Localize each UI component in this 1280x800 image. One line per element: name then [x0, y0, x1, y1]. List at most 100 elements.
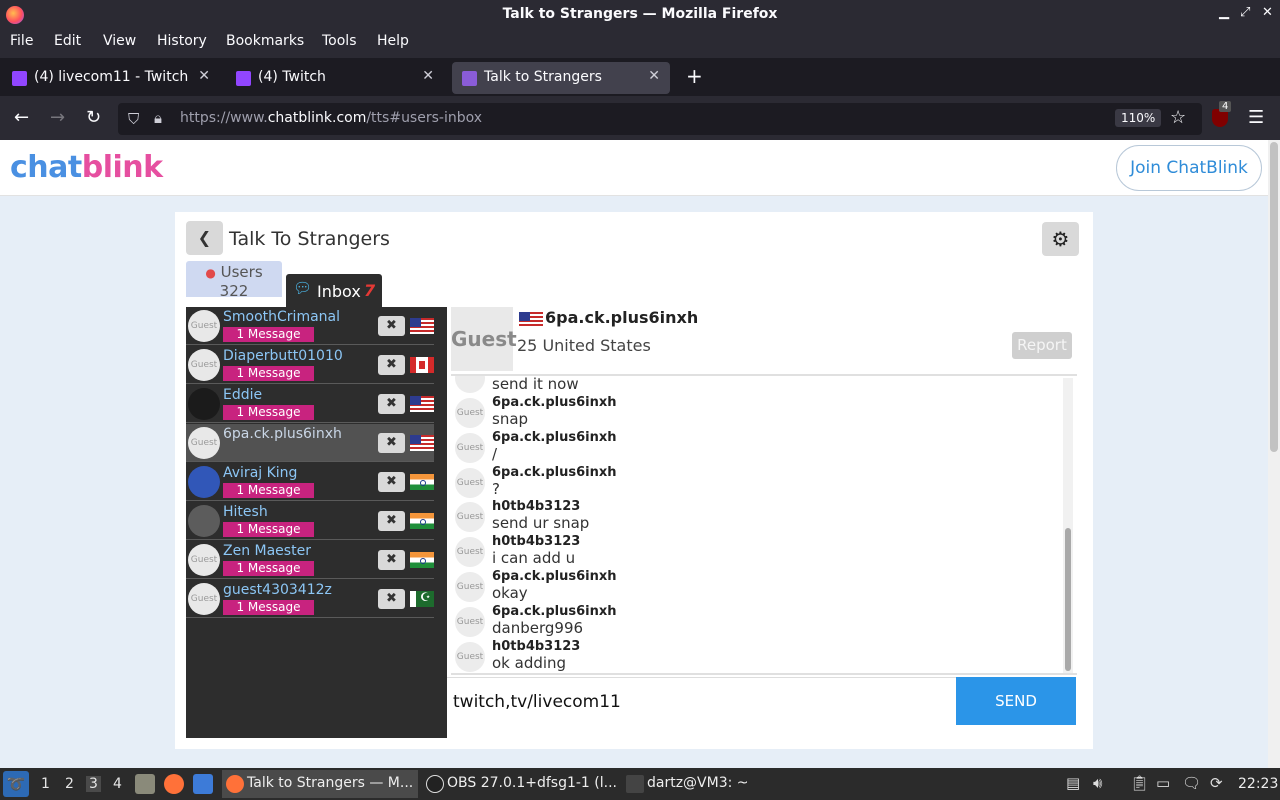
restore-icon[interactable]: ⤢ — [1240, 5, 1250, 20]
avatar: Guest — [455, 607, 485, 637]
close-tab-icon[interactable]: ✕ — [198, 68, 210, 84]
shield-icon[interactable]: ⛉ — [128, 110, 139, 128]
message-scrollbar[interactable] — [1063, 378, 1073, 673]
user-name[interactable]: Zen Maester — [223, 543, 311, 559]
menu-help[interactable]: Help — [377, 33, 409, 49]
send-button[interactable]: SEND — [956, 677, 1076, 725]
user-name[interactable]: Aviraj King — [223, 465, 297, 481]
user-name[interactable]: guest4303412z — [223, 582, 332, 598]
close-conversation-button[interactable]: ✖ — [378, 355, 405, 375]
new-tab-icon[interactable]: + — [686, 64, 703, 88]
message-text: i can add u — [492, 549, 576, 567]
window-icon[interactable] — [193, 774, 213, 794]
tab-talk-to-strangers[interactable]: Talk to Strangers ✕ — [452, 62, 670, 94]
bookmark-star-icon[interactable]: ☆ — [1170, 107, 1186, 128]
lock-icon[interactable]: 🔒︎ — [154, 109, 162, 127]
close-conversation-button[interactable]: ✖ — [378, 550, 405, 570]
user-name[interactable]: 6pa.ck.plus6inxh — [223, 426, 342, 442]
menu-edit[interactable]: Edit — [54, 33, 81, 49]
url-text[interactable]: https://www.chatblink.com/tts#users-inbo… — [180, 110, 482, 126]
network-icon[interactable]: ⟳ — [1210, 774, 1223, 792]
chat-message: Guest 6pa.ck.plus6inxh / — [451, 430, 1061, 465]
settings-button[interactable]: ⚙ — [1042, 222, 1079, 256]
start-menu-icon[interactable]: ➰ — [3, 771, 29, 797]
workspace-3[interactable]: 3 — [86, 776, 101, 792]
menu-file[interactable]: File — [10, 33, 33, 49]
display-icon[interactable]: ▭ — [1156, 774, 1170, 792]
list-item[interactable]: Hitesh 1 Message ✖ — [186, 502, 434, 540]
menu-tools[interactable]: Tools — [322, 33, 357, 49]
close-conversation-button[interactable]: ✖ — [378, 511, 405, 531]
menu-history[interactable]: History — [157, 33, 207, 49]
back-arrow-icon[interactable]: ← — [14, 107, 29, 128]
avatar — [455, 376, 485, 393]
task-obs[interactable]: OBS 27.0.1+dfsg1-1 (l... — [422, 770, 618, 798]
firefox-icon[interactable] — [164, 774, 184, 794]
file-manager-icon[interactable] — [135, 774, 155, 794]
avatar — [188, 466, 220, 498]
minimize-icon[interactable]: ▁ — [1219, 5, 1229, 20]
list-item[interactable]: Guest Zen Maester 1 Message ✖ — [186, 541, 434, 579]
notification-icon[interactable]: 🗨︎ — [1182, 774, 1201, 792]
volume-icon[interactable]: 🔊︎ — [1093, 774, 1102, 792]
message-text: send ur snap — [492, 514, 590, 532]
task-terminal[interactable]: dartz@VM3: ~ — [622, 770, 752, 798]
avatar: Guest — [455, 502, 485, 532]
tab-twitch-livecom11[interactable]: (4) livecom11 - Twitch ✕ — [2, 62, 220, 94]
forward-arrow-icon[interactable]: → — [50, 107, 65, 128]
close-conversation-button[interactable]: ✖ — [378, 433, 405, 453]
close-conversation-button[interactable]: ✖ — [378, 472, 405, 492]
users-count: 322 — [219, 282, 249, 300]
close-conversation-button[interactable]: ✖ — [378, 316, 405, 336]
clock: 22:23 — [1238, 776, 1279, 792]
menubar: File Edit View History Bookmarks Tools H… — [0, 30, 1280, 56]
zoom-level[interactable]: 110% — [1115, 109, 1162, 127]
tab-users[interactable]: ● Users 322 — [186, 261, 282, 300]
join-chatblink-button[interactable]: Join ChatBlink — [1116, 145, 1262, 191]
list-item[interactable]: Guest 6pa.ck.plus6inxh ✖ — [186, 424, 434, 462]
tab-inbox[interactable]: 💬︎ Inbox 7 — [286, 274, 382, 307]
task-firefox[interactable]: Talk to Strangers — M... — [222, 770, 418, 798]
message-count-badge: 1 Message — [223, 561, 314, 576]
menu-view[interactable]: View — [103, 33, 136, 49]
menu-hamburger-icon[interactable]: ☰ — [1248, 107, 1264, 128]
canada-flag-icon — [410, 357, 434, 373]
keyboard-icon[interactable]: ▤ — [1066, 774, 1080, 792]
clipboard-icon[interactable]: 📋︎ — [1130, 774, 1149, 792]
url-bar[interactable]: ⛉ 🔒︎ https://www.chatblink.com/tts#users… — [118, 103, 1202, 135]
close-conversation-button[interactable]: ✖ — [378, 394, 405, 414]
list-item[interactable]: Aviraj King 1 Message ✖ — [186, 463, 434, 501]
close-tab-icon[interactable]: ✕ — [648, 68, 660, 84]
reload-icon[interactable]: ↻ — [86, 107, 101, 128]
report-button[interactable]: Report — [1012, 332, 1072, 359]
chat-pane: Guest 6pa.ck.plus6inxh 25 United States … — [447, 307, 1077, 738]
close-window-icon[interactable]: ✕ — [1262, 5, 1273, 20]
user-name[interactable]: Hitesh — [223, 504, 268, 520]
task-label: Talk to Strangers — M... — [247, 775, 414, 791]
firefox-icon — [226, 775, 244, 793]
list-item[interactable]: Guest guest4303412z 1 Message ✖ — [186, 580, 434, 618]
message-author: 6pa.ck.plus6inxh — [492, 569, 617, 584]
workspace-4[interactable]: 4 — [113, 776, 122, 792]
message-input[interactable] — [453, 686, 948, 718]
menu-bookmarks[interactable]: Bookmarks — [226, 33, 304, 49]
us-flag-icon — [519, 312, 543, 328]
tab-twitch[interactable]: (4) Twitch ✕ — [226, 62, 444, 94]
message-author: h0tb4b3123 — [492, 499, 581, 514]
workspace-1[interactable]: 1 — [41, 776, 50, 792]
user-name[interactable]: SmoothCrimanal — [223, 309, 340, 325]
list-item[interactable]: Guest Diaperbutt01010 1 Message ✖ — [186, 346, 434, 384]
user-name[interactable]: Diaperbutt01010 — [223, 348, 343, 364]
message-list[interactable]: send it now Guest 6pa.ck.plus6inxh snap … — [451, 374, 1077, 675]
back-button[interactable]: ❮ — [186, 221, 223, 255]
close-conversation-button[interactable]: ✖ — [378, 589, 405, 609]
page-scrollbar[interactable] — [1268, 140, 1280, 768]
close-tab-icon[interactable]: ✕ — [422, 68, 434, 84]
user-name[interactable]: Eddie — [223, 387, 262, 403]
workspace-2[interactable]: 2 — [65, 776, 74, 792]
avatar: Guest — [188, 583, 220, 615]
list-item[interactable]: Eddie 1 Message ✖ — [186, 385, 434, 423]
chatblink-logo[interactable]: chatblink — [10, 150, 163, 185]
list-item[interactable]: Guest SmoothCrimanal 1 Message ✖ — [186, 307, 434, 345]
message-count-badge: 1 Message — [223, 483, 314, 498]
